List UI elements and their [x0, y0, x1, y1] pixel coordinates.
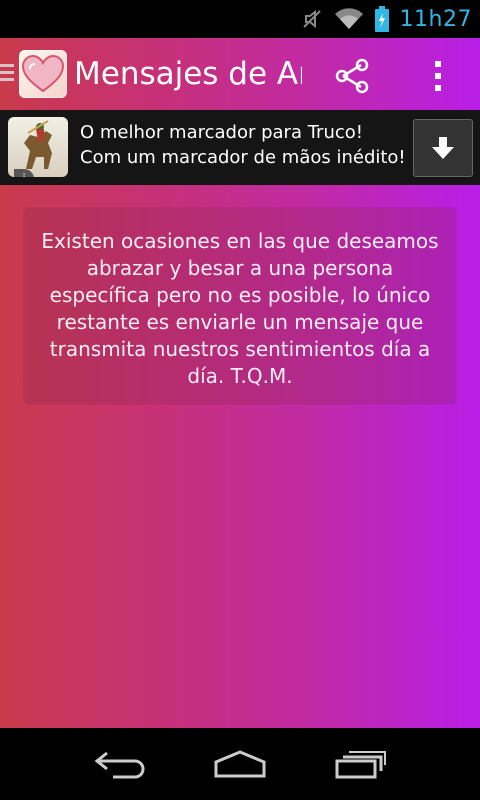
recent-apps-button[interactable]: [324, 742, 396, 786]
navigation-bar: [0, 728, 480, 800]
ad-text[interactable]: O melhor marcador para Truco! Com um mar…: [80, 120, 408, 170]
status-time: 11h27: [399, 6, 472, 32]
ad-thumbnail[interactable]: i: [8, 117, 68, 177]
share-icon: [335, 58, 369, 94]
heart-logo-icon: [21, 54, 65, 93]
status-bar: 11h27: [0, 0, 480, 38]
app-logo[interactable]: [19, 50, 67, 98]
horse-rider-icon: [24, 120, 52, 169]
overflow-menu-icon: [435, 61, 441, 91]
share-button[interactable]: [328, 52, 376, 100]
mute-icon: [302, 9, 321, 29]
drawer-icon[interactable]: [0, 62, 14, 84]
app-content: Mensajes de Ar O melhor marcador para Tr…: [0, 38, 480, 728]
download-icon: [432, 137, 454, 159]
message-card[interactable]: Existen ocasiones en las que deseamos ab…: [24, 208, 456, 404]
back-button[interactable]: [84, 742, 156, 786]
home-icon: [214, 750, 266, 778]
ad-banner[interactable]: i O melhor marcador para Truco! Com um m…: [0, 110, 480, 185]
battery-charging-icon: [374, 6, 389, 32]
ad-download-button[interactable]: [413, 119, 473, 177]
overflow-menu-button[interactable]: [416, 52, 460, 100]
app-title: Mensajes de Ar: [74, 56, 302, 92]
status-icons: 11h27: [300, 0, 472, 38]
home-button[interactable]: [204, 742, 276, 786]
message-text: Existen ocasiones en las que deseamos ab…: [41, 229, 439, 388]
recent-apps-icon: [335, 751, 386, 779]
wifi-icon: [334, 8, 363, 30]
back-icon: [94, 751, 145, 779]
action-bar: Mensajes de Ar: [0, 38, 480, 110]
